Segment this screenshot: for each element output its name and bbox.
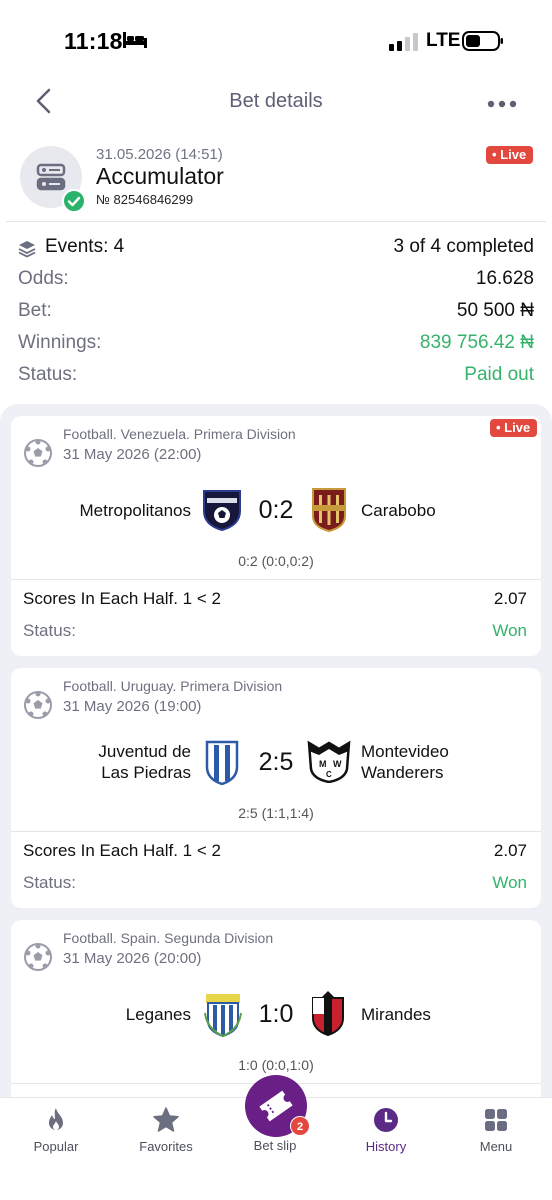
svg-text:C: C [326,770,332,779]
metropolitanos-logo [203,490,241,531]
status-row: Status: Paid out [18,364,534,390]
stake-row: Bet: 50 500 ₦ [18,300,534,326]
tab-label: Popular [33,1139,79,1154]
tab-label: History [365,1139,407,1154]
event-league: Football. Uruguay. Primera Division [63,678,283,694]
status-time: 11:18 [64,28,123,54]
status-bar: 11:18 LTE [0,0,552,80]
odds-row: Odds: 16.628 [18,268,534,294]
bed-icon [123,32,147,48]
battery-icon [462,31,503,51]
bet-type: Accumulator [96,163,224,189]
mirandes-logo [312,991,344,1036]
divider [11,579,541,580]
tab-label: Bet slip [253,1138,297,1153]
live-badge: • Live [490,419,538,437]
status-value: Paid out [464,364,534,385]
leganes-logo [204,994,242,1037]
bet-date: 31.05.2026 (14:51) [96,146,223,163]
home-team-line: Las Piedras [101,763,191,782]
tab-history[interactable]: History [331,1098,441,1168]
away-team: Carabobo [361,501,436,520]
winnings-label: Winnings: [18,332,102,353]
match-score: 1:0 [258,1000,294,1028]
football-icon [24,439,52,467]
market-name: Scores In Each Half. 1 < 2 [23,841,221,860]
event-league: Football. Venezuela. Primera Division [63,426,296,442]
event-card[interactable]: Football. Uruguay. Primera Division 31 M… [11,668,541,908]
away-team: Mirandes [361,1005,431,1024]
winnings-value: 839 756.42 ₦ [419,332,534,353]
tab-popular[interactable]: Popular [1,1098,111,1168]
svg-text:W: W [333,759,342,769]
market-odds: 2.07 [493,841,527,860]
status-value: Won [492,621,527,640]
divider [6,221,546,222]
page-title: Bet details [229,90,323,112]
score-detail: 2:5 (1:1,1:4) [238,805,314,821]
match-score: 0:2 [258,496,294,524]
away-team-line: Wanderers [361,763,444,782]
tab-label: Favorites [139,1139,193,1154]
football-icon [24,691,52,719]
home-team: Metropolitanos [79,501,191,520]
bet-slip-count-badge: 2 [290,1116,310,1136]
event-date: 31 May 2026 (20:00) [63,950,202,967]
football-icon [24,943,52,971]
winnings-row: Winnings: 839 756.42 ₦ [18,332,534,358]
away-team-line: Montevideo [361,742,449,761]
clock-icon [374,1108,398,1132]
event-league: Football. Spain. Segunda Division [63,930,274,946]
score-detail: 0:2 (0:0,0:2) [238,553,314,569]
bet-number: № 82546846299 [96,192,194,207]
status-label: Status: [23,621,76,640]
more-options-button[interactable] [484,86,524,116]
events-row: Events: 4 3 of 4 completed [18,236,534,262]
match-score: 2:5 [258,748,294,776]
status-value: Won [492,873,527,892]
status-label: Status: [23,873,76,892]
tab-favorites[interactable]: Favorites [111,1098,221,1168]
market-name: Scores In Each Half. 1 < 2 [23,589,221,608]
market-odds: 2.07 [493,589,527,608]
status-label: Status: [18,364,78,385]
home-team: Juventud de Las Piedras [98,741,191,783]
svg-text:M: M [319,759,327,769]
event-date: 31 May 2026 (22:00) [63,446,202,463]
signal-icon [389,33,418,51]
events-count: Events: 4 [45,236,125,257]
grid-icon [485,1109,507,1131]
live-badge: • Live [486,146,534,164]
stake-label: Bet: [18,300,52,321]
stake-value: 50 500 ₦ [456,300,534,321]
star-icon [153,1107,179,1132]
layers-icon [18,241,36,258]
tab-label: Menu [479,1139,513,1154]
away-team: Montevideo Wanderers [361,741,449,783]
divider [11,831,541,832]
event-date: 31 May 2026 (19:00) [63,698,202,715]
wanderers-logo: M W C [307,740,351,783]
network-type: LTE [426,30,461,51]
juventud-logo [205,740,239,785]
carabobo-logo [312,488,346,532]
home-team-line: Juventud de [98,742,191,761]
events-completed: 3 of 4 completed [393,236,534,257]
check-icon [62,189,86,213]
home-team: Leganes [125,1005,191,1024]
odds-value: 16.628 [475,268,534,289]
tab-menu[interactable]: Menu [441,1098,551,1168]
flame-icon [49,1108,63,1130]
event-card[interactable]: Football. Venezuela. Primera Division 31… [11,416,541,656]
odds-label: Odds: [18,268,69,289]
score-detail: 1:0 (0:0,1:0) [238,1057,314,1073]
app-header: Bet details [0,80,552,124]
